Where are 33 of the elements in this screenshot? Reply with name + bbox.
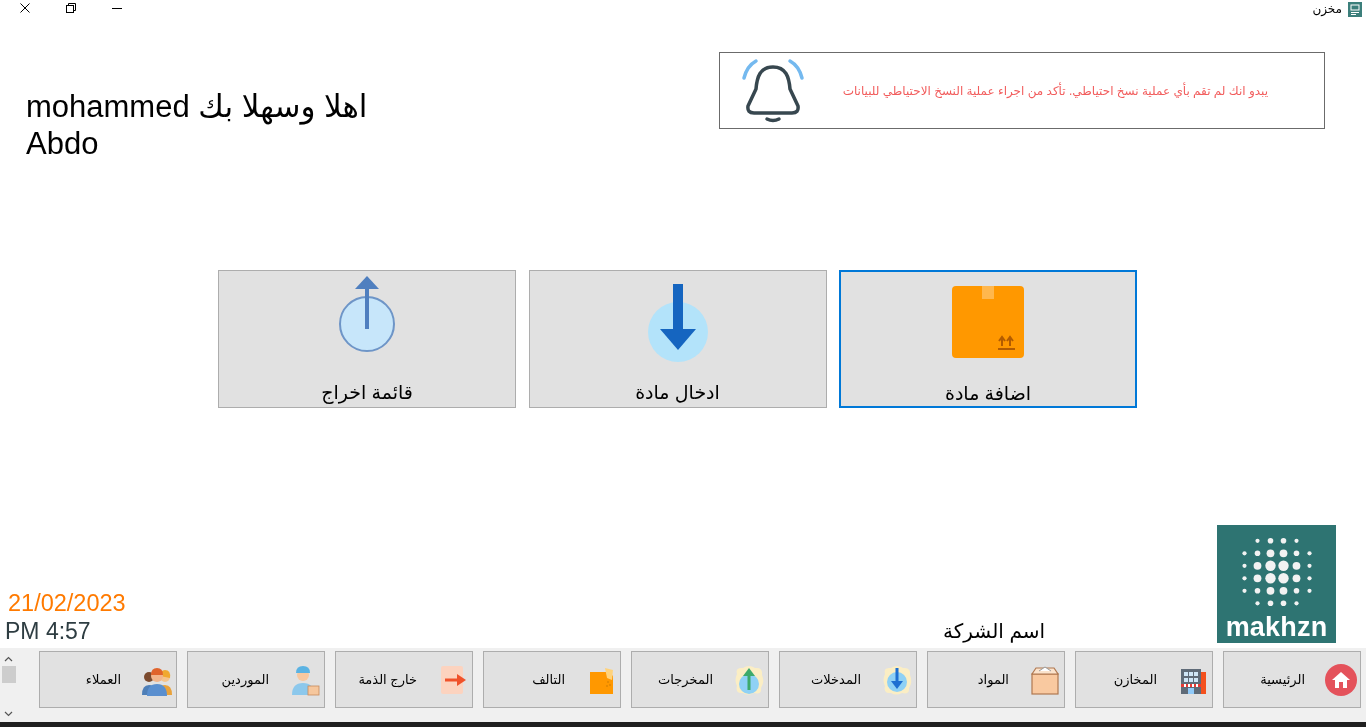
logo-text: makhzn [1225, 613, 1328, 641]
nav-button[interactable]: الرئيسية [1223, 651, 1361, 708]
nav-button[interactable]: الموردين [187, 651, 325, 708]
time-text: PM 4:57 [5, 617, 91, 645]
person-with-box-icon [289, 663, 321, 696]
nav-button[interactable]: المدخلات [779, 651, 917, 708]
up-arrow-icon [336, 274, 398, 354]
app-icon [1348, 1, 1362, 17]
up-arrow-icon [733, 663, 765, 696]
action-tile-button[interactable]: ادخال مادة [528, 270, 827, 408]
close-icon [20, 3, 30, 13]
chevron-down-icon[interactable] [4, 711, 13, 717]
nav-button[interactable]: المخرجات [631, 651, 769, 708]
action-tile-button[interactable]: قائمة اخراج [218, 270, 516, 408]
nav-button[interactable]: المواد [927, 651, 1065, 708]
down-arrow-icon [881, 663, 913, 696]
restore-icon [66, 3, 76, 13]
chevron-up-icon[interactable] [4, 656, 13, 662]
action-tile-button[interactable]: اضافة مادة [839, 270, 1137, 408]
box-icon [952, 286, 1024, 358]
company-name: اسم الشركة [943, 619, 1045, 645]
scroll-thumb[interactable] [1, 666, 16, 683]
nav-button[interactable]: المخازن [1075, 651, 1213, 708]
bell-icon [740, 57, 806, 124]
date-text: 21/02/2023 [8, 589, 126, 617]
greeting-text: اهلا وسهلا بك mohammed Abdo [26, 88, 369, 162]
backup-warning-text: يبدو انك لم تقم بأي عملية نسخ احتياطي. تأكد من اجراء عملية النسخ الاحتياطي للبيانات [841, 82, 1268, 99]
home-icon [1325, 663, 1357, 696]
nav-button[interactable]: خارج الذمة [335, 651, 473, 708]
nav-button[interactable]: التالف [483, 651, 621, 708]
down-arrow-icon [646, 284, 709, 362]
nav-button[interactable]: العملاء [39, 651, 177, 708]
window-title: مخزن [1312, 1, 1342, 17]
